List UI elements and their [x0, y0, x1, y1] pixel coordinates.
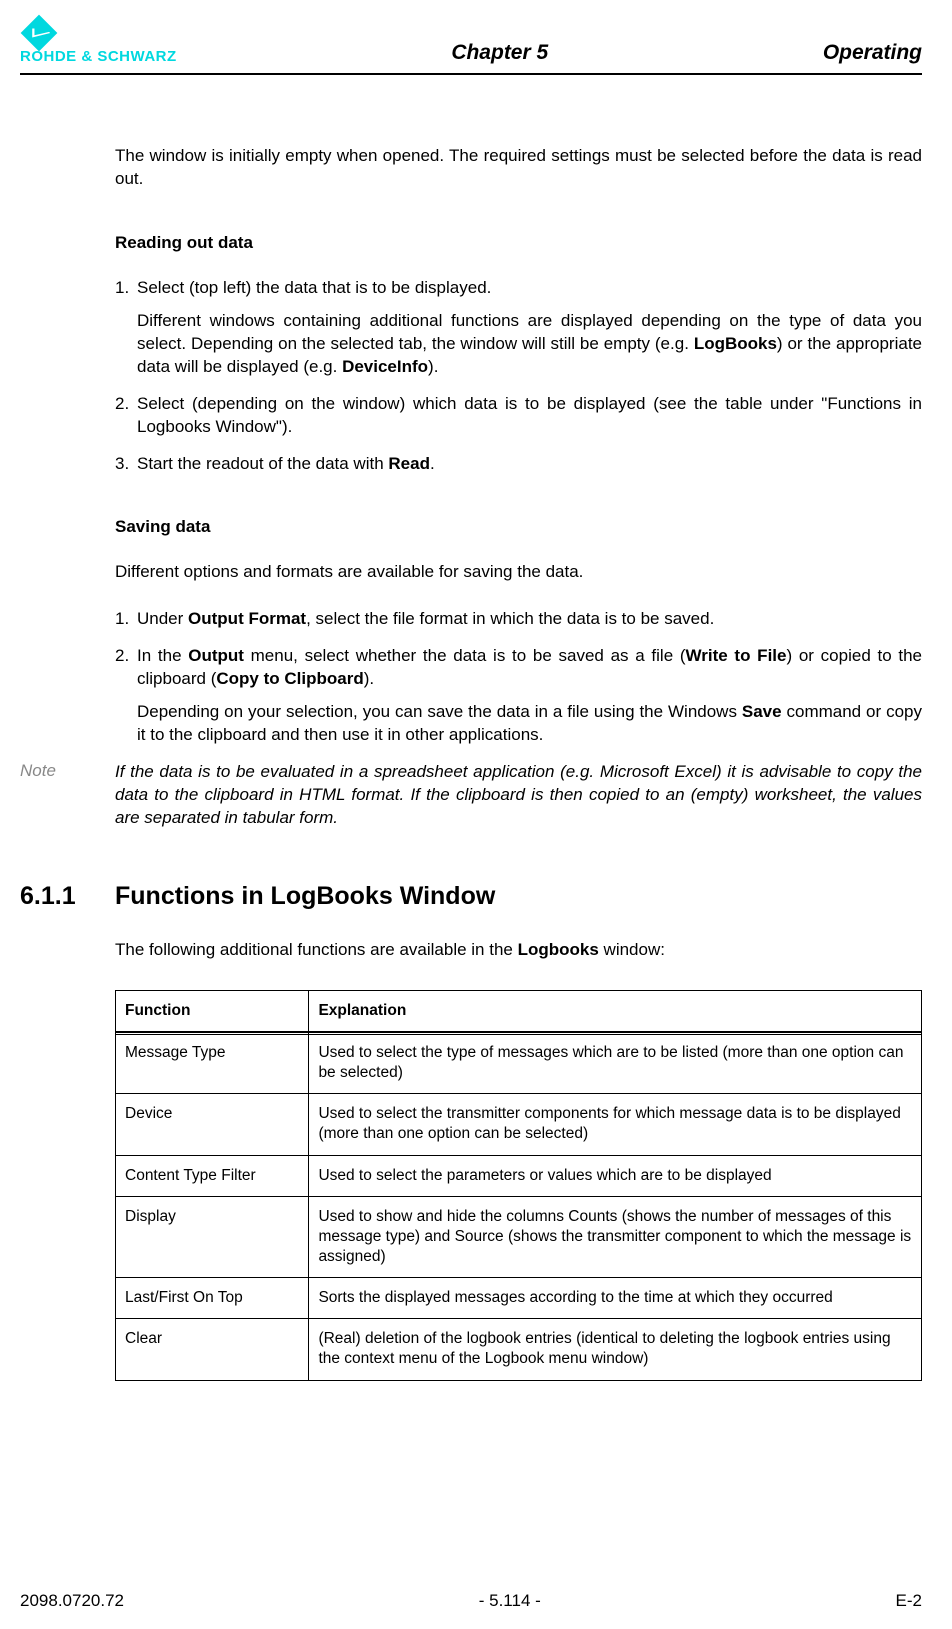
note-label: Note: [20, 761, 115, 830]
table-row: Clear(Real) deletion of the logbook entr…: [116, 1319, 922, 1380]
saving-intro: Different options and formats are availa…: [115, 561, 922, 584]
column-header-function: Function: [116, 990, 309, 1031]
bold-text: Output: [188, 646, 244, 665]
cell-explanation: (Real) deletion of the logbook entries (…: [309, 1319, 922, 1380]
text: window:: [599, 940, 665, 959]
bold-text: Logbooks: [518, 940, 599, 959]
intro-paragraph: The window is initially empty when opene…: [115, 145, 922, 191]
list-item: Under Output Format, select the file for…: [115, 608, 922, 631]
bold-text: Output Format: [188, 609, 306, 628]
cell-function: Last/First On Top: [116, 1278, 309, 1319]
text: ).: [364, 669, 374, 688]
table-row: Message TypeUsed to select the type of m…: [116, 1032, 922, 1093]
footer-right: E-2: [896, 1591, 922, 1611]
step-text: Select (top left) the data that is to be…: [137, 278, 491, 297]
cell-explanation: Used to show and hide the columns Counts…: [309, 1196, 922, 1277]
page-footer: 2098.0720.72 - 5.114 - E-2: [20, 1591, 922, 1611]
cell-function: Content Type Filter: [116, 1155, 309, 1196]
text: In the: [137, 646, 188, 665]
step-text: Select (depending on the window) which d…: [137, 394, 922, 436]
text: Under: [137, 609, 188, 628]
table-header-row: Function Explanation: [116, 990, 922, 1031]
cell-function: Message Type: [116, 1032, 309, 1093]
text: .: [430, 454, 435, 473]
reading-heading: Reading out data: [115, 233, 922, 253]
subsection-title: Functions in LogBooks Window: [115, 882, 495, 911]
bold-text: Save: [742, 702, 782, 721]
cell-explanation: Used to select the parameters or values …: [309, 1155, 922, 1196]
list-item: In the Output menu, select whether the d…: [115, 645, 922, 747]
functions-table: Function Explanation Message TypeUsed to…: [115, 990, 922, 1381]
bold-text: LogBooks: [694, 334, 777, 353]
cell-function: Device: [116, 1094, 309, 1155]
text: The following additional functions are a…: [115, 940, 518, 959]
list-item: Select (top left) the data that is to be…: [115, 277, 922, 379]
brand-logo: ROHDE & SCHWARZ: [20, 20, 177, 65]
cell-explanation: Sorts the displayed messages according t…: [309, 1278, 922, 1319]
text: ).: [428, 357, 438, 376]
list-item: Select (depending on the window) which d…: [115, 393, 922, 439]
text: menu, select whether the data is to be s…: [244, 646, 686, 665]
note-text: If the data is to be evaluated in a spre…: [115, 761, 922, 830]
table-row: Content Type FilterUsed to select the pa…: [116, 1155, 922, 1196]
table-row: Last/First On TopSorts the displayed mes…: [116, 1278, 922, 1319]
diamond-icon: [21, 15, 58, 52]
text: Start the readout of the data with: [137, 454, 388, 473]
table-row: DisplayUsed to show and hide the columns…: [116, 1196, 922, 1277]
footer-center: - 5.114 -: [479, 1591, 541, 1611]
footer-left: 2098.0720.72: [20, 1591, 124, 1611]
note-block: Note If the data is to be evaluated in a…: [20, 761, 922, 830]
bold-text: Copy to Clipboard: [216, 669, 363, 688]
page-header: ROHDE & SCHWARZ Chapter 5 Operating: [20, 20, 922, 75]
reading-steps: Select (top left) the data that is to be…: [115, 277, 922, 476]
saving-heading: Saving data: [115, 517, 922, 537]
cell-function: Clear: [116, 1319, 309, 1380]
cell-explanation: Used to select the type of messages whic…: [309, 1032, 922, 1093]
cell-explanation: Used to select the transmitter component…: [309, 1094, 922, 1155]
page-content: The window is initially empty when opene…: [115, 145, 922, 1381]
step-subtext: Different windows containing additional …: [137, 310, 922, 379]
bold-text: Read: [388, 454, 430, 473]
saving-steps: Under Output Format, select the file for…: [115, 608, 922, 747]
bold-text: DeviceInfo: [342, 357, 428, 376]
subsection-intro: The following additional functions are a…: [115, 939, 922, 962]
subsection-heading: 6.1.1 Functions in LogBooks Window: [20, 882, 922, 911]
list-item: Start the readout of the data with Read.: [115, 453, 922, 476]
step-subtext: Depending on your selection, you can sav…: [137, 701, 922, 747]
text: Depending on your selection, you can sav…: [137, 702, 742, 721]
subsection-number: 6.1.1: [20, 882, 115, 911]
column-header-explanation: Explanation: [309, 990, 922, 1031]
table-row: DeviceUsed to select the transmitter com…: [116, 1094, 922, 1155]
page-title: Operating: [823, 41, 922, 65]
text: , select the file format in which the da…: [306, 609, 714, 628]
brand-text: ROHDE & SCHWARZ: [20, 48, 177, 65]
cell-function: Display: [116, 1196, 309, 1277]
bold-text: Write to File: [686, 646, 787, 665]
chapter-label: Chapter 5: [451, 41, 548, 65]
